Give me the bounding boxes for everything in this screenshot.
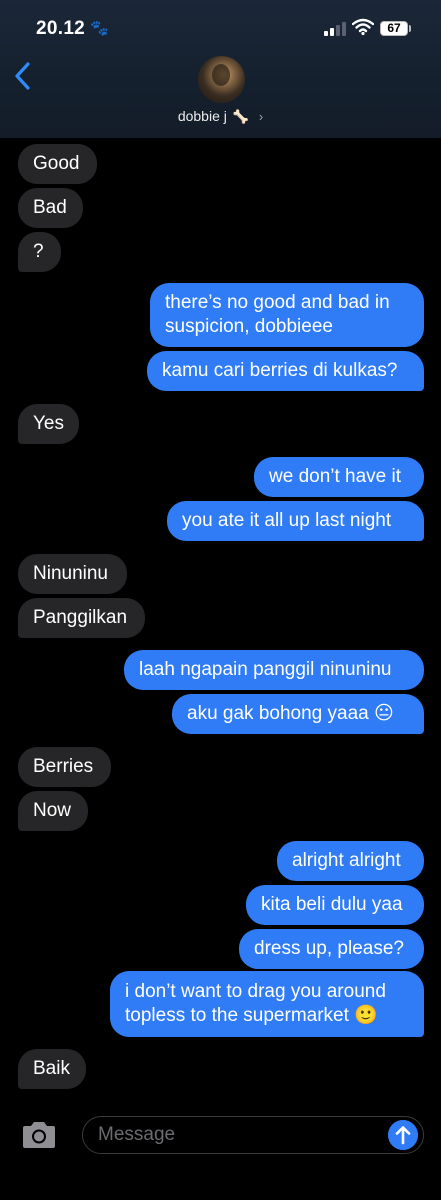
status-time: 20.12 [36, 18, 86, 39]
paw-icon: 🐾 [90, 20, 109, 37]
message-text: laah ngapain panggil ninuninu [139, 659, 392, 680]
message-outgoing[interactable]: kita beli dulu yaa [246, 885, 424, 925]
message-text: you ate it all up last night [182, 510, 392, 531]
message-incoming[interactable]: Good [18, 144, 97, 184]
message-text: we don’t have it [269, 466, 402, 487]
message-outgoing[interactable]: you ate it all up last night [167, 501, 424, 541]
avatar[interactable] [198, 56, 245, 103]
message-text: there’s no good and bad in suspicion, do… [165, 292, 390, 337]
message-text: Now [33, 800, 72, 821]
message-outgoing[interactable]: laah ngapain panggil ninuninu [124, 650, 424, 690]
chevron-left-icon[interactable] [12, 60, 36, 92]
message-text: Panggilkan [33, 607, 128, 628]
message-text: kamu cari berries di kulkas? [162, 360, 398, 381]
message-outgoing[interactable]: alright alright [277, 841, 424, 881]
bone-emoji: 🦴 [232, 109, 249, 124]
message-incoming[interactable]: Now [18, 791, 88, 831]
message-text: ? [33, 241, 44, 262]
message-text: dress up, please? [254, 938, 404, 959]
message-text: Berries [33, 756, 94, 777]
message-incoming[interactable]: Baik [18, 1049, 86, 1089]
chevron-right-icon: › [258, 109, 264, 124]
battery-icon: 67 [380, 21, 408, 36]
message-outgoing[interactable]: there’s no good and bad in suspicion, do… [150, 283, 424, 347]
message-incoming[interactable]: Yes [18, 404, 79, 444]
message-text: i don’t want to drag you around topless … [125, 981, 386, 1026]
message-text: alright alright [292, 850, 401, 871]
message-text: Bad [33, 197, 67, 218]
message-text: Yes [33, 413, 64, 434]
message-incoming[interactable]: Berries [18, 747, 111, 787]
message-incoming[interactable]: Bad [18, 188, 83, 228]
message-outgoing[interactable]: dress up, please? [239, 929, 424, 969]
message-incoming[interactable]: Ninuninu [18, 554, 127, 594]
message-outgoing[interactable]: aku gak bohong yaaa 😐 [172, 694, 424, 734]
wifi-icon [352, 18, 374, 36]
message-text: Ninuninu [33, 563, 108, 584]
message-text: Good [33, 153, 80, 174]
message-placeholder: Message [98, 1124, 176, 1145]
message-text: aku gak bohong yaaa 😐 [187, 703, 394, 724]
battery-level: 67 [387, 21, 401, 35]
cellular-signal-icon [324, 22, 346, 36]
contact-name: dobbie j [177, 108, 227, 124]
message-incoming[interactable]: Panggilkan [18, 598, 145, 638]
message-text: Baik [33, 1058, 70, 1079]
message-incoming[interactable]: ? [18, 232, 61, 272]
message-outgoing[interactable]: we don’t have it [254, 457, 424, 497]
message-text: kita beli dulu yaa [261, 894, 403, 915]
message-outgoing[interactable]: kamu cari berries di kulkas? [147, 351, 424, 391]
battery-nub [409, 25, 411, 32]
camera-icon[interactable] [20, 1120, 58, 1150]
message-outgoing[interactable]: i don’t want to drag you around topless … [110, 971, 424, 1037]
arrow-up-icon[interactable] [388, 1120, 418, 1150]
contact-name-button[interactable]: dobbie j 🦴 › [0, 108, 441, 125]
